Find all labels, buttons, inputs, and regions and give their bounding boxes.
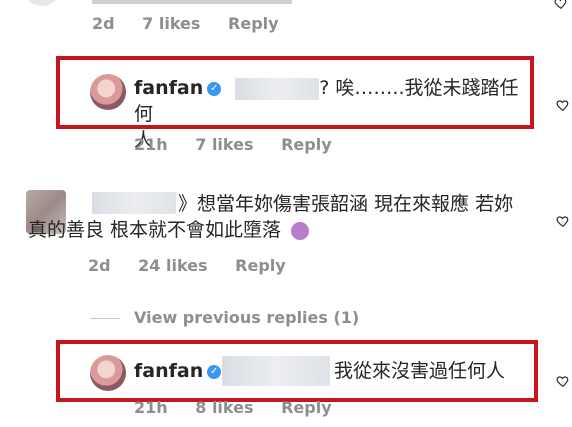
- reply1-meta: 21h 7 likes Reply: [134, 135, 354, 154]
- verified-badge-icon: ✓: [207, 81, 222, 96]
- view-previous-replies-button[interactable]: View previous replies (1): [134, 308, 359, 327]
- comment-top-time: 2d: [92, 14, 115, 33]
- reply1-likes[interactable]: 7 likes: [195, 135, 253, 154]
- comment-top-reply-button[interactable]: Reply: [228, 14, 279, 33]
- reply2-text: 我從來沒害過任何人: [334, 360, 506, 382]
- heart-icon[interactable]: [556, 98, 570, 112]
- comment2-text-line1: 》想當年妳傷害張韶涵 現在來報應 若妳: [178, 193, 514, 215]
- reply1-time: 21h: [134, 135, 168, 154]
- reply2-reply-button[interactable]: Reply: [281, 398, 332, 417]
- reply2-time: 21h: [134, 398, 168, 417]
- comment2-content: 》想當年妳傷害張韶涵 現在來報應 若妳 真的善良 根本就不會如此墮落: [28, 191, 542, 243]
- comment2-reply-button[interactable]: Reply: [235, 256, 286, 275]
- reply2-meta: 21h 8 likes Reply: [134, 398, 354, 417]
- comment2-time: 2d: [88, 256, 111, 275]
- avatar[interactable]: [90, 355, 126, 391]
- heart-icon[interactable]: [554, 0, 568, 10]
- top-avatar-partial[interactable]: [22, 0, 62, 6]
- mention-redacted[interactable]: [222, 356, 330, 386]
- comment2-likes[interactable]: 24 likes: [138, 256, 207, 275]
- avatar[interactable]: [90, 74, 126, 110]
- top-text-partial: [92, 0, 292, 4]
- comment-top-likes[interactable]: 7 likes: [142, 14, 200, 33]
- comment-top-meta: 2d 7 likes Reply: [92, 14, 301, 33]
- mention-redacted[interactable]: [235, 77, 320, 100]
- verified-badge-icon: ✓: [207, 364, 222, 379]
- heart-icon[interactable]: [556, 374, 570, 388]
- reply1-username[interactable]: fanfan: [134, 77, 203, 99]
- view-replies-line: [90, 318, 120, 319]
- reply1-reply-button[interactable]: Reply: [281, 135, 332, 154]
- comment2-text-line2: 真的善良 根本就不會如此墮落: [28, 219, 282, 241]
- reply2-likes[interactable]: 8 likes: [195, 398, 253, 417]
- heart-icon[interactable]: [556, 214, 570, 228]
- comment2-meta: 2d 24 likes Reply: [88, 256, 308, 275]
- reply2-username[interactable]: fanfan: [134, 360, 203, 382]
- woman-gesturing-emoji: [291, 221, 310, 240]
